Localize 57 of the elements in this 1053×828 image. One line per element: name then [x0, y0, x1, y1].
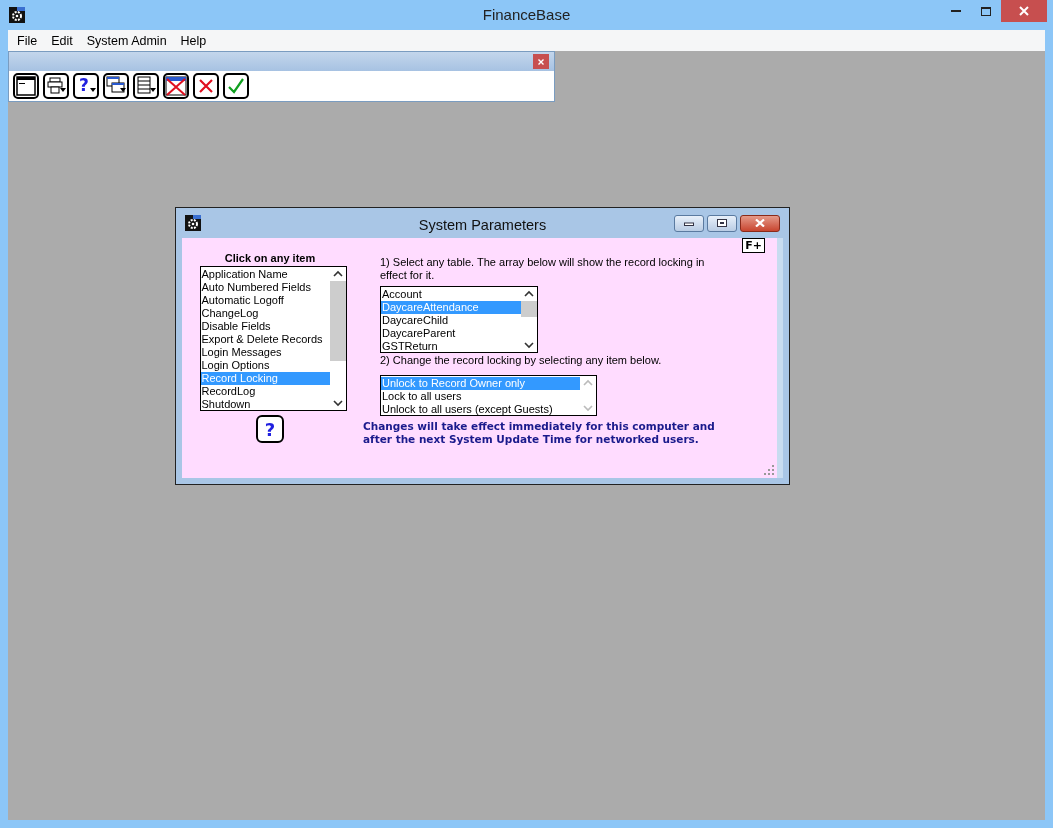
list-item[interactable]: Unlock to all users (except Guests) [381, 403, 580, 416]
menu-item[interactable]: Edit [44, 33, 80, 48]
list-item[interactable]: RecordLog [200, 385, 330, 398]
instruction-text: 1) Select any table. The array below will show the record locking in effect for it. [380, 256, 706, 282]
font-size-button[interactable]: F+ [742, 238, 765, 253]
close-button[interactable] [533, 54, 549, 69]
list-item[interactable]: DaycareParent [381, 327, 521, 340]
list-item[interactable]: Automatic Logoff [200, 294, 330, 307]
toolbar-button[interactable] [193, 73, 219, 99]
list-item[interactable]: Account [381, 288, 521, 301]
minimize-icon [684, 220, 694, 226]
list-item[interactable]: DaycareChild [381, 314, 521, 327]
menu-item[interactable]: File [10, 33, 45, 48]
maximize-icon [981, 6, 991, 16]
toolbar-button[interactable] [133, 73, 159, 99]
list-item[interactable]: ChangeLog [200, 307, 330, 320]
minimize-icon [951, 10, 961, 12]
close-button[interactable] [1001, 0, 1047, 22]
window-icon [15, 75, 37, 97]
delete-window-icon [165, 75, 187, 97]
list-item[interactable]: Auto Numbered Fields [200, 281, 330, 294]
instruction-text: 2) Change the record locking by selecting any item below. [380, 354, 663, 367]
list-item[interactable]: Export & Delete Records [200, 333, 330, 346]
close-button[interactable] [740, 214, 780, 232]
minimize-button[interactable] [674, 214, 704, 232]
list-item[interactable]: Login Messages [200, 346, 330, 359]
toolbar-button[interactable]: ? [73, 73, 99, 99]
list-item[interactable]: GSTReturn [381, 340, 521, 353]
toolbar-button[interactable] [13, 73, 39, 99]
list-item[interactable]: Disable Fields [200, 320, 330, 333]
menu-item[interactable]: Help [173, 33, 214, 48]
app-icon [9, 7, 25, 23]
toolbar-button[interactable] [43, 73, 69, 99]
list-item[interactable]: Application Name [200, 268, 330, 281]
toolbar-button[interactable] [163, 73, 189, 99]
maximize-icon [717, 219, 727, 227]
list-heading: Click on any item [224, 252, 316, 264]
list-item[interactable]: Login Options [200, 359, 330, 372]
close-icon [538, 58, 544, 65]
close-icon [755, 219, 765, 227]
maximize-button[interactable] [707, 214, 737, 232]
menu-item[interactable]: System Admin [79, 33, 174, 48]
notice-text: Changes will take effect immediately for this computer and after the next System Update Time for networked users. [363, 420, 716, 446]
scrollbar[interactable] [521, 287, 537, 352]
toolbar-button[interactable] [103, 73, 129, 99]
list-icon [135, 75, 157, 97]
scrollbar[interactable] [329, 267, 346, 410]
window-title: FinanceBase [482, 6, 571, 23]
toolbar-button[interactable] [223, 73, 249, 99]
printer-icon [45, 75, 67, 97]
list-item[interactable]: Shutdown [200, 398, 330, 411]
help-button[interactable]: ? [256, 415, 284, 443]
dialog-title: System Parameters [418, 217, 547, 233]
close-icon [1019, 6, 1029, 16]
resize-grip-icon [763, 464, 775, 476]
app-icon [185, 215, 201, 231]
list-item[interactable]: Lock to all users [381, 390, 580, 403]
